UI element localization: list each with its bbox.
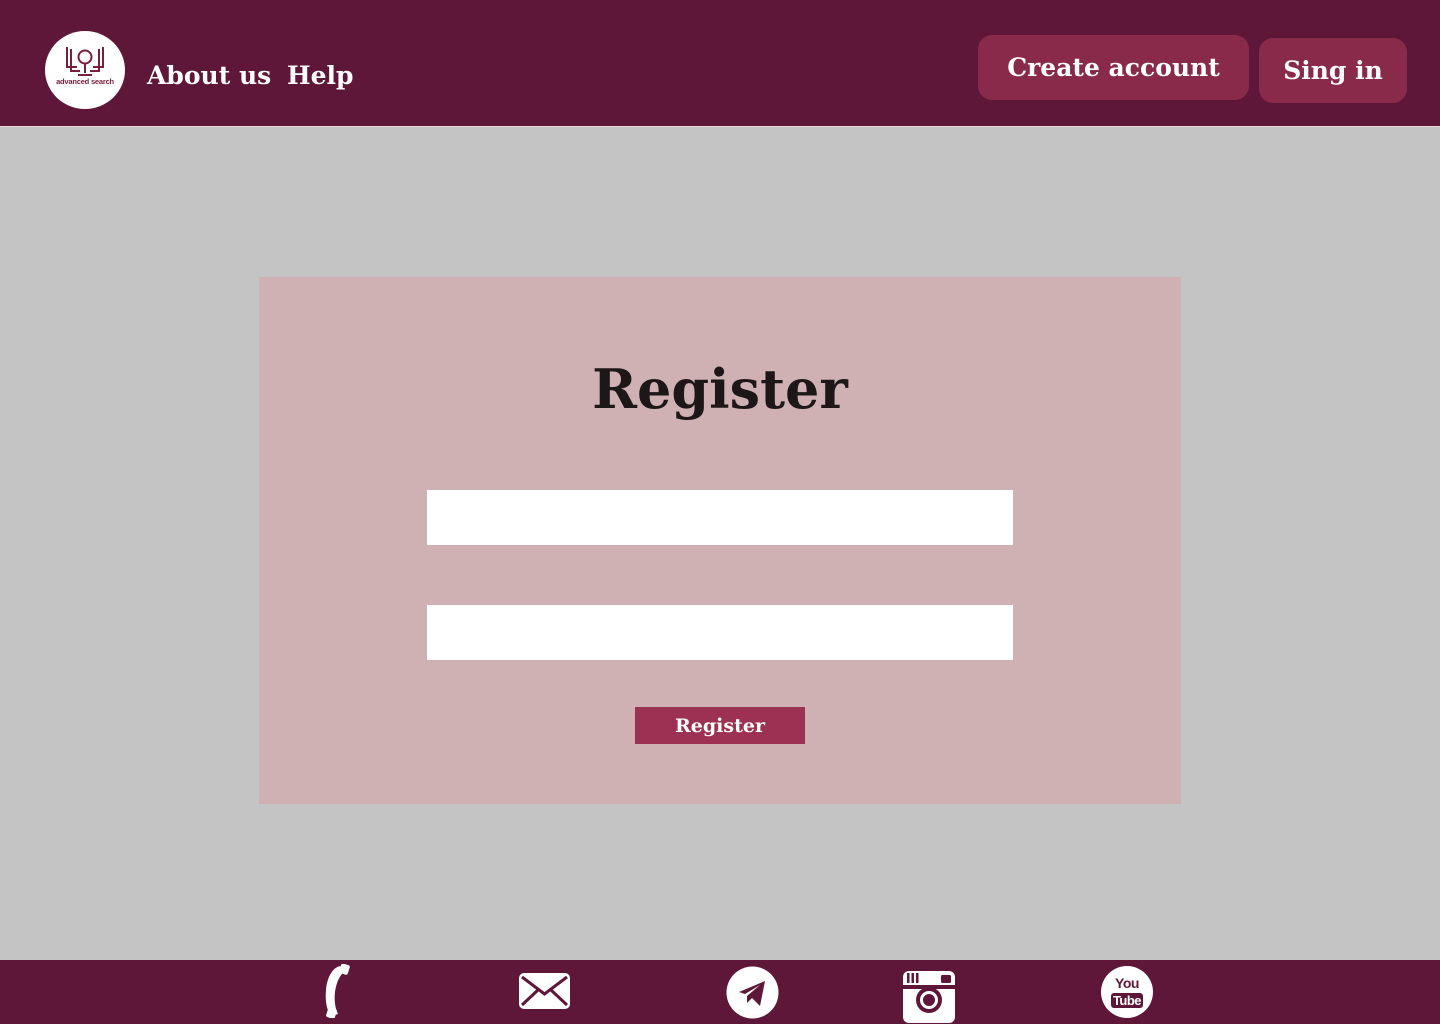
create-account-button[interactable]: Create account — [978, 35, 1249, 100]
register-field-2[interactable] — [427, 605, 1013, 660]
telegram-icon[interactable] — [726, 966, 779, 1023]
phone-icon[interactable] — [318, 963, 354, 1022]
youtube-you-text: You — [1115, 975, 1139, 991]
sign-in-button[interactable]: Sing in — [1259, 38, 1407, 103]
site-footer: You Tube — [0, 960, 1440, 1024]
mail-icon[interactable] — [518, 972, 571, 1014]
register-submit-button[interactable]: Register — [635, 707, 805, 744]
page-title: Register — [592, 357, 848, 421]
youtube-tube-text: Tube — [1110, 993, 1144, 1008]
nav-link-help[interactable]: Help — [287, 60, 354, 92]
youtube-icon[interactable]: You Tube — [1101, 966, 1153, 1018]
register-card: Register Register — [259, 277, 1181, 804]
logo[interactable]: advanced search — [45, 31, 125, 109]
nav-link-about-us[interactable]: About us — [147, 60, 271, 92]
logo-text: advanced search — [56, 77, 114, 86]
register-field-1[interactable] — [427, 490, 1013, 545]
instagram-icon[interactable] — [903, 971, 955, 1024]
site-header: advanced search About us Help Create acc… — [0, 0, 1440, 127]
book-plate-logo-icon — [66, 47, 104, 76]
